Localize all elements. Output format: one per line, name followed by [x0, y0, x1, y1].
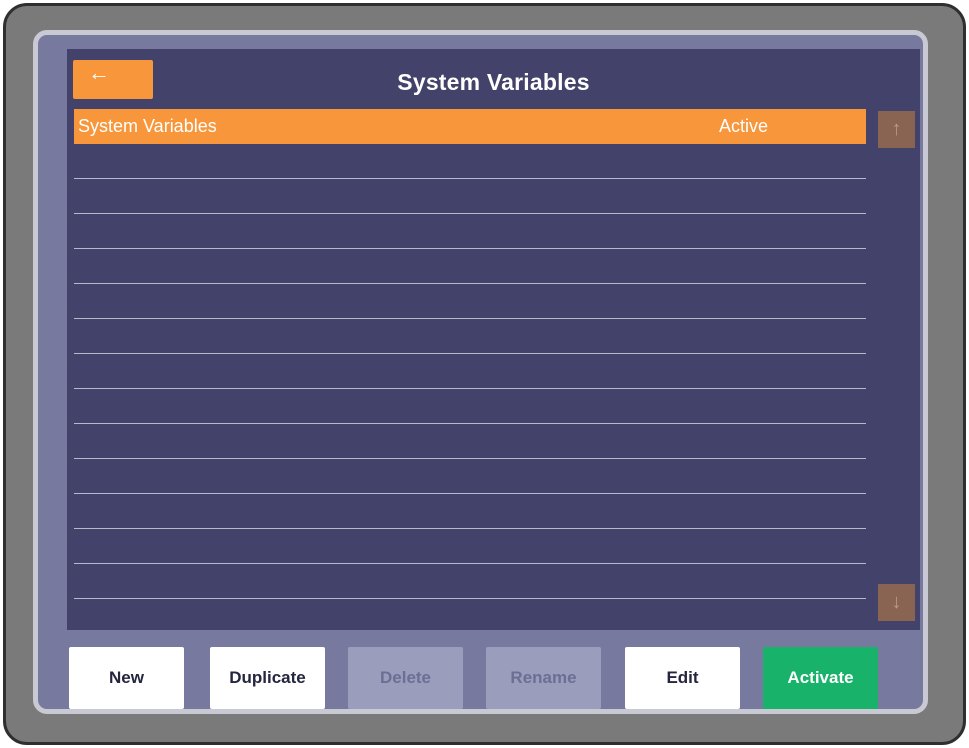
list-item[interactable] — [74, 494, 866, 529]
page-title: System Variables — [397, 69, 590, 95]
edit-button[interactable]: Edit — [625, 647, 740, 709]
list-item-status: Active — [719, 116, 769, 136]
main-screen: ← System Variables System Variables Acti… — [67, 49, 920, 630]
activate-button[interactable]: Activate — [763, 647, 878, 709]
duplicate-button[interactable]: Duplicate — [210, 647, 325, 709]
list-item[interactable] — [74, 389, 866, 424]
scroll-down-button[interactable]: ↓ — [878, 584, 915, 621]
list-item[interactable] — [74, 214, 866, 249]
list-item[interactable] — [74, 354, 866, 389]
list-item[interactable] — [74, 564, 866, 599]
list-item[interactable] — [74, 179, 866, 214]
list-item[interactable] — [74, 459, 866, 494]
variables-list: System Variables Active — [74, 109, 866, 599]
rename-button[interactable]: Rename — [486, 647, 601, 709]
arrow-down-icon: ↓ — [891, 591, 902, 613]
list-item[interactable] — [74, 284, 866, 319]
delete-button[interactable]: Delete — [348, 647, 463, 709]
scroll-up-button[interactable]: ↑ — [878, 111, 915, 148]
list-item[interactable]: System Variables Active — [74, 109, 866, 144]
new-button[interactable]: New — [69, 647, 184, 709]
arrow-up-icon: ↑ — [891, 118, 902, 140]
list-item[interactable] — [74, 144, 866, 179]
list-item-name: System Variables — [78, 116, 217, 136]
list-item[interactable] — [74, 319, 866, 354]
list-item[interactable] — [74, 529, 866, 564]
list-item[interactable] — [74, 249, 866, 284]
list-item[interactable] — [74, 424, 866, 459]
